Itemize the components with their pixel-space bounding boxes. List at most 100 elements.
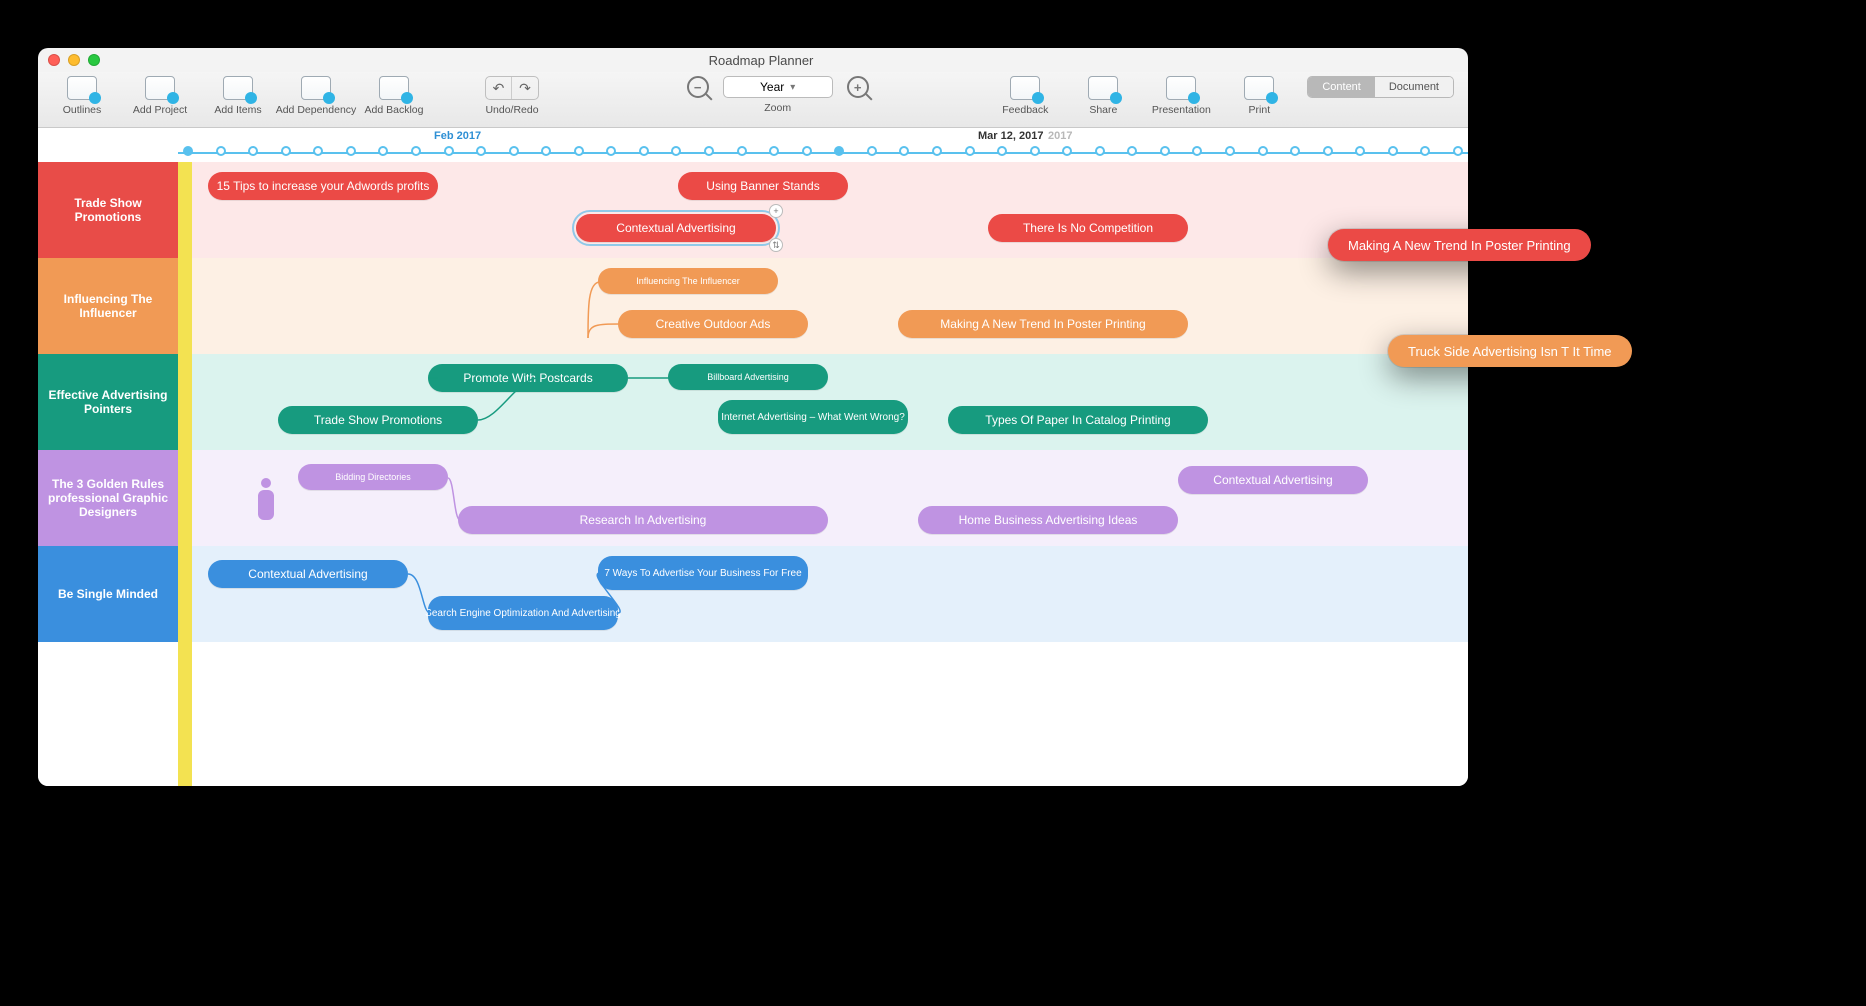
timeline-tick[interactable]: [1192, 146, 1202, 156]
roadmap-item[interactable]: Making A New Trend In Poster Printing: [898, 310, 1188, 338]
category-golden[interactable]: The 3 Golden Rules professional Graphic …: [38, 450, 178, 546]
outlines-button[interactable]: Outlines: [52, 76, 112, 116]
timeline-tick[interactable]: [1127, 146, 1137, 156]
app-window: Roadmap Planner Outlines Add Project Add…: [38, 48, 1468, 786]
timeline-tick[interactable]: [216, 146, 226, 156]
timeline-tick[interactable]: [1420, 146, 1430, 156]
undo-icon[interactable]: ↶: [486, 77, 512, 99]
timeline-tick[interactable]: [444, 146, 454, 156]
category-effective[interactable]: Effective Advertising Pointers: [38, 354, 178, 450]
timeline-tick[interactable]: [1323, 146, 1333, 156]
item-resize-handle[interactable]: ⇅: [769, 238, 783, 252]
add-backlog-button[interactable]: Add Backlog: [364, 76, 424, 116]
timeline-tick[interactable]: [476, 146, 486, 156]
today-marker: [178, 162, 192, 786]
roadmap-item-overflow[interactable]: Making A New Trend In Poster Printing: [1328, 229, 1591, 261]
timeline-tick[interactable]: [997, 146, 1007, 156]
presentation-button[interactable]: Presentation: [1151, 76, 1211, 116]
timeline-tick[interactable]: [183, 146, 193, 156]
roadmap-item[interactable]: Using Banner Stands: [678, 172, 848, 200]
roadmap-item[interactable]: Research In Advertising: [458, 506, 828, 534]
milestone-icon[interactable]: [258, 490, 274, 520]
timeline-tick[interactable]: [346, 146, 356, 156]
roadmap-item-overflow[interactable]: Truck Side Advertising Isn T It Time: [1388, 335, 1632, 367]
timeline-tick[interactable]: [574, 146, 584, 156]
timeline-tick[interactable]: [248, 146, 258, 156]
timeline-tick[interactable]: [378, 146, 388, 156]
roadmap-item[interactable]: 15 Tips to increase your Adwords profits: [208, 172, 438, 200]
timeline-label: Mar 12, 2017: [978, 130, 1043, 142]
timeline-tick[interactable]: [867, 146, 877, 156]
lane-influencing: Influencing The Influencer Creative Outdo…: [178, 258, 1468, 354]
share-button[interactable]: Share: [1073, 76, 1133, 116]
segment-content[interactable]: Content: [1308, 77, 1375, 97]
roadmap-item[interactable]: Internet Advertising – What Went Wrong?: [718, 400, 908, 434]
timeline-tick[interactable]: [1062, 146, 1072, 156]
timeline-tick[interactable]: [1095, 146, 1105, 156]
roadmap-item[interactable]: Promote With Postcards: [428, 364, 628, 392]
category-single[interactable]: Be Single Minded: [38, 546, 178, 642]
roadmap-item[interactable]: Billboard Advertising: [668, 364, 828, 390]
timeline-tick[interactable]: [769, 146, 779, 156]
roadmap-item[interactable]: Influencing The Influencer: [598, 268, 778, 294]
roadmap-item[interactable]: Types Of Paper In Catalog Printing: [948, 406, 1208, 434]
timeline-tick[interactable]: [411, 146, 421, 156]
feedback-button[interactable]: Feedback: [995, 76, 1055, 116]
add-dependency-button[interactable]: Add Dependency: [286, 76, 346, 116]
roadmap-item[interactable]: Contextual Advertising: [208, 560, 408, 588]
lane-trade-show: 15 Tips to increase your Adwords profits…: [178, 162, 1468, 258]
roadmap-item[interactable]: Trade Show Promotions: [278, 406, 478, 434]
timeline-tick[interactable]: [704, 146, 714, 156]
timeline-tick[interactable]: [965, 146, 975, 156]
timeline-tick[interactable]: [1225, 146, 1235, 156]
timeline-tick[interactable]: [1388, 146, 1398, 156]
item-add-handle[interactable]: +: [769, 204, 783, 218]
timeline-tick[interactable]: [1453, 146, 1463, 156]
print-label: Print: [1249, 104, 1271, 116]
timeline-tick[interactable]: [737, 146, 747, 156]
timeline-tick[interactable]: [509, 146, 519, 156]
zoom-out-button[interactable]: −: [687, 76, 709, 98]
timeline-tick[interactable]: [606, 146, 616, 156]
zoom-level-select[interactable]: Year: [723, 76, 833, 98]
category-trade-show[interactable]: Trade Show Promotions: [38, 162, 178, 258]
timeline-tick[interactable]: [932, 146, 942, 156]
roadmap-item[interactable]: Contextual Advertising: [1178, 466, 1368, 494]
roadmap-item[interactable]: Creative Outdoor Ads: [618, 310, 808, 338]
timeline-tick[interactable]: [1290, 146, 1300, 156]
roadmap-item[interactable]: Home Business Advertising Ideas: [918, 506, 1178, 534]
roadmap-item[interactable]: Bidding Directories: [298, 464, 448, 490]
timeline-tick[interactable]: [1160, 146, 1170, 156]
timeline-tick[interactable]: [899, 146, 909, 156]
add-items-button[interactable]: Add Items: [208, 76, 268, 116]
view-segment[interactable]: Content Document: [1307, 76, 1454, 98]
print-button[interactable]: Print: [1229, 76, 1289, 116]
timeline-tick[interactable]: [313, 146, 323, 156]
roadmap-item[interactable]: 7 Ways To Advertise Your Business For Fr…: [598, 556, 808, 590]
add-project-label: Add Project: [133, 104, 187, 116]
timeline-tick[interactable]: [541, 146, 551, 156]
zoom-in-button[interactable]: +: [847, 76, 869, 98]
segment-document[interactable]: Document: [1375, 77, 1453, 97]
lane-golden: Bidding Directories Research In Advertisi…: [178, 450, 1468, 546]
add-dependency-icon: [301, 76, 331, 100]
timeline-tick[interactable]: [834, 146, 844, 156]
undo-redo-button[interactable]: ↶↷ Undo/Redo: [464, 76, 560, 116]
add-backlog-icon: [379, 76, 409, 100]
timeline-tick[interactable]: [671, 146, 681, 156]
timeline-ruler[interactable]: Feb 2017Mar 12, 20172017: [178, 128, 1468, 162]
add-project-button[interactable]: Add Project: [130, 76, 190, 116]
timeline-tick[interactable]: [1030, 146, 1040, 156]
timeline-tick[interactable]: [1355, 146, 1365, 156]
window-close-icon[interactable]: [48, 54, 60, 66]
roadmap-canvas[interactable]: 15 Tips to increase your Adwords profits…: [178, 162, 1468, 786]
roadmap-item[interactable]: Search Engine Optimization And Advertisi…: [428, 596, 618, 630]
timeline-tick[interactable]: [802, 146, 812, 156]
timeline-tick[interactable]: [639, 146, 649, 156]
timeline-tick[interactable]: [281, 146, 291, 156]
timeline-tick[interactable]: [1258, 146, 1268, 156]
roadmap-item[interactable]: There Is No Competition: [988, 214, 1188, 242]
category-influencing[interactable]: Influencing The Influencer: [38, 258, 178, 354]
redo-icon[interactable]: ↷: [512, 77, 538, 99]
roadmap-item[interactable]: Contextual Advertising+⇅: [576, 214, 776, 242]
